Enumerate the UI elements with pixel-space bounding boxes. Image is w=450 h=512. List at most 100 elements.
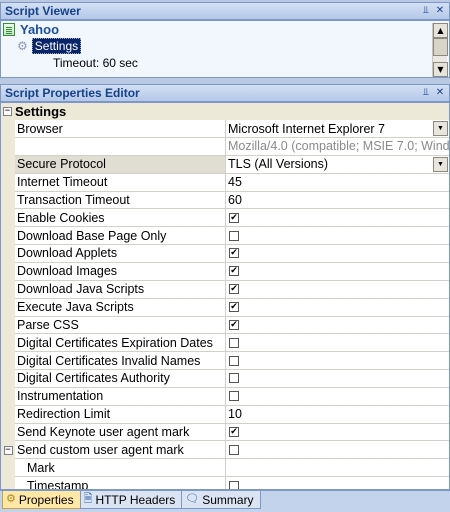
- pin-icon[interactable]: ⫫: [421, 87, 431, 99]
- property-row-download-applets[interactable]: Download Applets ✔: [1, 244, 449, 263]
- property-value[interactable]: [226, 459, 449, 478]
- checked-checkbox[interactable]: ✔: [229, 426, 239, 437]
- property-row-redirection-limit[interactable]: Redirection Limit 10: [1, 405, 449, 424]
- property-checkbox-cell[interactable]: [226, 477, 449, 489]
- tab-http-headers[interactable]: 🗎 HTTP Headers: [79, 491, 183, 509]
- row-gutter: [1, 209, 15, 228]
- property-row-user-agent-string[interactable]: Mozilla/4.0 (compatible; MSIE 7.0; Windo…: [1, 137, 449, 156]
- property-value-text: Microsoft Internet Explorer 7: [228, 121, 386, 136]
- property-checkbox-cell[interactable]: ✔: [226, 299, 449, 317]
- property-row-enable-cookies[interactable]: Enable Cookies ✔: [1, 209, 449, 228]
- property-row-digital-certificates-expiration-dates[interactable]: Digital Certificates Expiration Dates: [1, 334, 449, 353]
- row-gutter: [1, 369, 15, 388]
- property-row-instrumentation[interactable]: Instrumentation: [1, 387, 449, 406]
- property-checkbox-cell[interactable]: [226, 334, 449, 353]
- property-dropdown[interactable]: TLS (All Versions) ▼: [226, 156, 449, 174]
- property-checkbox-cell[interactable]: [226, 441, 449, 460]
- property-row-timestamp[interactable]: Timestamp: [1, 477, 449, 489]
- tree-node-script[interactable]: Yahoo: [3, 22, 59, 37]
- scroll-down-arrow-icon[interactable]: ▼: [433, 62, 448, 77]
- property-checkbox-cell[interactable]: ✔: [226, 245, 449, 263]
- unchecked-checkbox[interactable]: [229, 337, 239, 348]
- property-name: Execute Java Scripts: [15, 298, 226, 317]
- property-row-mark[interactable]: Mark: [1, 459, 449, 478]
- property-checkbox-cell[interactable]: ✔: [226, 209, 449, 228]
- property-checkbox-cell[interactable]: ✔: [226, 423, 449, 442]
- property-row-send-custom-user-agent-mark[interactable]: − Send custom user agent mark: [1, 441, 449, 460]
- row-gutter: [1, 423, 15, 442]
- tab-summary[interactable]: 🗨 Summary: [181, 491, 261, 509]
- checked-checkbox[interactable]: ✔: [229, 284, 239, 295]
- property-row-browser[interactable]: Browser Microsoft Internet Explorer 7 ▼: [1, 120, 449, 138]
- scroll-up-arrow-icon[interactable]: ▲: [433, 23, 448, 38]
- property-value[interactable]: 60: [226, 191, 449, 210]
- property-row-download-images[interactable]: Download Images ✔: [1, 262, 449, 281]
- unchecked-checkbox[interactable]: [229, 391, 239, 402]
- tab-properties[interactable]: ⚙ Properties: [2, 491, 81, 509]
- checked-checkbox[interactable]: ✔: [229, 319, 239, 330]
- collapse-icon[interactable]: −: [3, 107, 12, 116]
- property-row-secure-protocol[interactable]: Secure Protocol TLS (All Versions) ▼: [1, 155, 449, 174]
- script-file-icon: [3, 23, 15, 36]
- property-checkbox-cell[interactable]: ✔: [226, 281, 449, 299]
- property-row-parse-css[interactable]: Parse CSS ✔: [1, 316, 449, 335]
- property-row-digital-certificates-authority[interactable]: Digital Certificates Authority: [1, 369, 449, 388]
- unchecked-checkbox[interactable]: [229, 230, 239, 241]
- property-name: Download Images: [15, 262, 226, 281]
- pin-icon[interactable]: ⫫: [421, 5, 431, 17]
- property-row-internet-timeout[interactable]: Internet Timeout 45: [1, 173, 449, 192]
- row-gutter: [1, 280, 15, 299]
- property-dropdown[interactable]: Microsoft Internet Explorer 7 ▼: [226, 120, 449, 138]
- close-icon[interactable]: ✕: [435, 87, 445, 99]
- property-row-digital-certificates-invalid-names[interactable]: Digital Certificates Invalid Names: [1, 352, 449, 371]
- property-name: Digital Certificates Expiration Dates: [15, 334, 226, 353]
- script-viewer-title: Script Viewer: [5, 4, 81, 18]
- unchecked-checkbox[interactable]: [229, 480, 239, 489]
- scroll-thumb[interactable]: [433, 38, 448, 56]
- unchecked-checkbox[interactable]: [229, 444, 239, 455]
- property-value-text: 10: [228, 407, 242, 422]
- vertical-scrollbar[interactable]: ▲ ▼: [432, 23, 448, 77]
- tree-node-settings[interactable]: ⚙ Settings: [17, 37, 82, 54]
- property-name: Transaction Timeout: [15, 191, 226, 210]
- property-name: Mark: [15, 459, 226, 478]
- property-name: Secure Protocol: [15, 155, 226, 174]
- property-name: Timestamp: [15, 477, 226, 489]
- category-settings[interactable]: − Settings: [1, 103, 449, 120]
- properties-editor-title: Script Properties Editor: [5, 86, 140, 100]
- property-row-send-keynote-user-agent-mark[interactable]: Send Keynote user agent mark ✔: [1, 423, 449, 442]
- unchecked-checkbox[interactable]: [229, 373, 239, 384]
- property-row-transaction-timeout[interactable]: Transaction Timeout 60: [1, 191, 449, 210]
- collapse-icon[interactable]: −: [3, 445, 13, 455]
- property-value[interactable]: 45: [226, 174, 449, 192]
- close-icon[interactable]: ✕: [435, 5, 445, 17]
- property-name: Download Base Page Only: [15, 227, 226, 246]
- property-name: Download Applets: [15, 244, 226, 263]
- property-value[interactable]: Mozilla/4.0 (compatible; MSIE 7.0; Windo…: [226, 138, 449, 156]
- property-row-download-java-scripts[interactable]: Download Java Scripts ✔: [1, 280, 449, 299]
- property-checkbox-cell[interactable]: [226, 388, 449, 406]
- checked-checkbox[interactable]: ✔: [229, 302, 239, 312]
- dropdown-arrow-icon[interactable]: ▼: [433, 156, 448, 172]
- property-name: Digital Certificates Invalid Names: [15, 352, 226, 371]
- script-tree: Yahoo ⚙ Settings Timeout: 60 sec ▲ ▼: [0, 20, 450, 78]
- dropdown-arrow-icon[interactable]: ▼: [433, 121, 448, 136]
- property-checkbox-cell[interactable]: ✔: [226, 263, 449, 281]
- row-gutter: [1, 405, 15, 424]
- property-name: Instrumentation: [15, 387, 226, 406]
- checked-checkbox[interactable]: ✔: [229, 266, 239, 277]
- bottom-tab-strip: ⚙ Properties 🗎 HTTP Headers 🗨 Summary: [0, 490, 450, 512]
- property-checkbox-cell[interactable]: [226, 227, 449, 246]
- property-row-execute-java-scripts[interactable]: Execute Java Scripts ✔: [1, 298, 449, 317]
- property-checkbox-cell[interactable]: [226, 370, 449, 388]
- checked-checkbox[interactable]: ✔: [229, 248, 239, 259]
- property-value[interactable]: 10: [226, 406, 449, 424]
- property-checkbox-cell[interactable]: ✔: [226, 316, 449, 335]
- property-checkbox-cell[interactable]: [226, 352, 449, 371]
- row-gutter: −: [1, 441, 15, 460]
- property-row-download-base-page-only[interactable]: Download Base Page Only: [1, 227, 449, 246]
- tree-node-timeout[interactable]: Timeout: 60 sec: [53, 55, 138, 70]
- unchecked-checkbox[interactable]: [229, 355, 239, 366]
- checked-checkbox[interactable]: ✔: [229, 212, 239, 223]
- row-gutter: [1, 352, 15, 371]
